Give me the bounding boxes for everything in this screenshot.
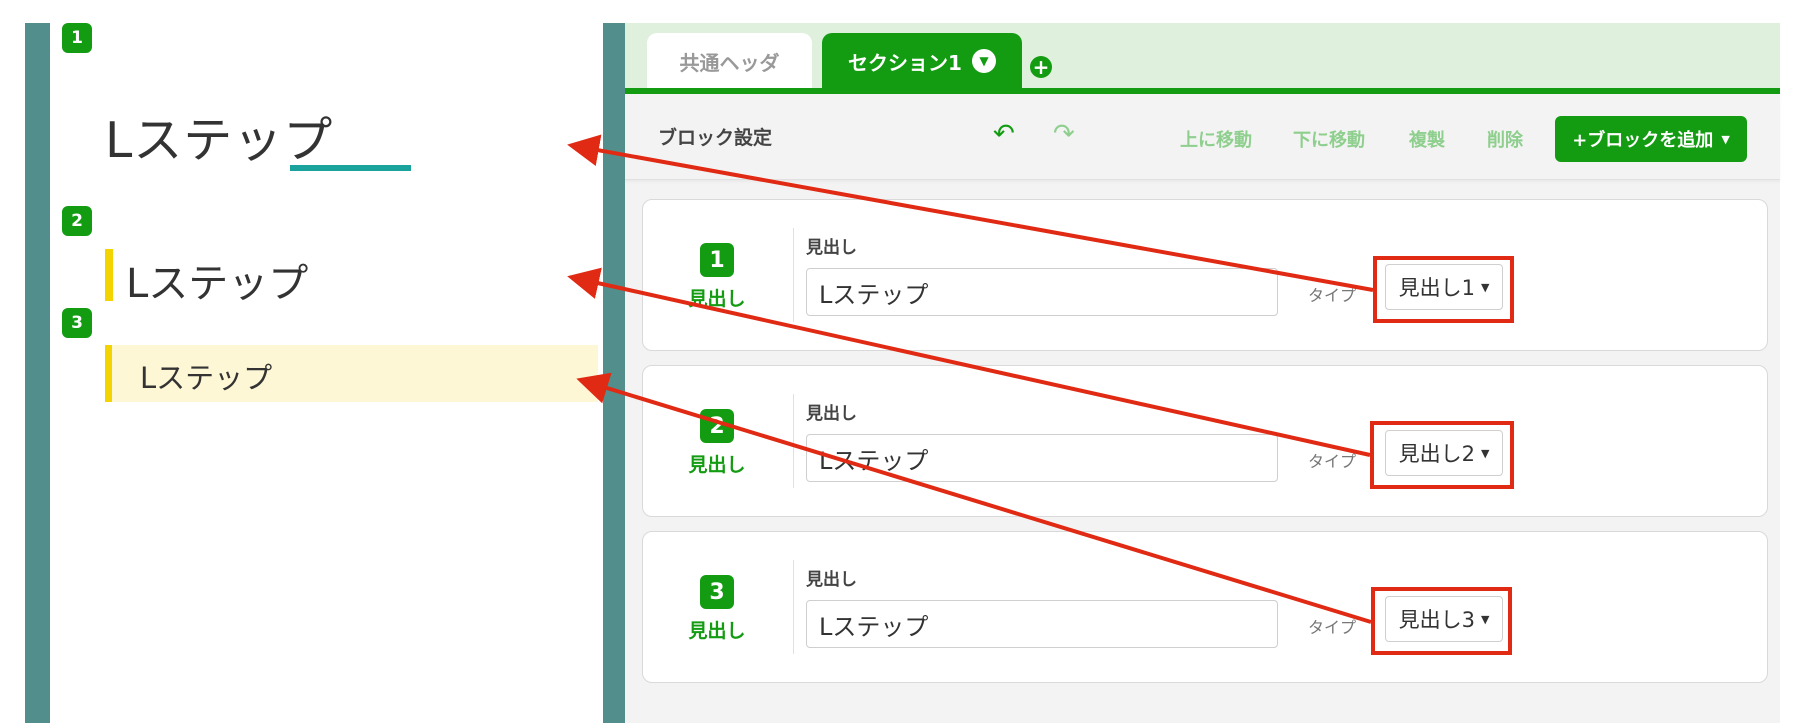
preview-heading-2: Lステップ [126, 261, 309, 307]
preview-badge-2: 2 [62, 206, 92, 236]
card-divider [793, 560, 794, 654]
preview-badge-1: 1 [62, 23, 92, 53]
block-number-badge: 2 [700, 409, 734, 443]
block-card-3[interactable]: 3 見出し 見出し Lステップ タイプ 見出し3 ▼ [642, 531, 1768, 683]
card-divider [793, 394, 794, 488]
move-up-button[interactable]: 上に移動 [1180, 126, 1252, 152]
tab-section-1[interactable]: セクション1 ▼ [822, 33, 1022, 89]
move-down-button[interactable]: 下に移動 [1293, 126, 1365, 152]
block-card-2[interactable]: 2 見出し 見出し Lステップ タイプ 見出し2 ▼ [642, 365, 1768, 517]
preview-heading-3: Lステップ [140, 361, 273, 395]
block-number-badge: 1 [700, 243, 734, 277]
type-label: タイプ [1308, 286, 1357, 305]
heading-text-input[interactable]: Lステップ [806, 268, 1278, 316]
heading-field-label: 見出し [806, 238, 857, 258]
tab-underline [625, 88, 1780, 94]
preview-heading-1: Lステップ [105, 112, 334, 169]
block-card-1[interactable]: 1 見出し 見出し Lステップ タイプ 見出し1 ▼ [642, 199, 1768, 351]
preview-heading-3-box: Lステップ [105, 345, 598, 402]
annotation-box-1 [1373, 256, 1514, 323]
heading-text-input[interactable]: Lステップ [806, 434, 1278, 482]
heading-1-underline [290, 165, 411, 171]
add-block-label: +ブロックを追加 [1572, 130, 1714, 151]
heading-field-label: 見出し [806, 570, 857, 590]
editor-pane: 共通ヘッダ セクション1 ▼ + ブロック設定 ↶ ↷ 上に移動 下に移動 複製… [625, 23, 1780, 723]
tab-bar: 共通ヘッダ セクション1 ▼ + [625, 23, 1780, 94]
block-number-badge: 3 [700, 575, 734, 609]
annotation-box-3 [1371, 587, 1512, 655]
type-label: タイプ [1308, 618, 1357, 637]
delete-button[interactable]: 削除 [1487, 126, 1523, 152]
tab-section-1-label: セクション1 [848, 50, 962, 75]
add-tab-icon[interactable]: + [1030, 56, 1052, 78]
block-type-label: 見出し [688, 620, 746, 642]
type-label: タイプ [1308, 452, 1357, 471]
preview-pane: 1 Lステップ 2 Lステップ 3 Lステップ [25, 23, 625, 723]
heading-field-label: 見出し [806, 404, 857, 424]
heading-2-accent-bar [105, 249, 113, 301]
redo-icon[interactable]: ↷ [1053, 119, 1075, 149]
block-type-label: 見出し [688, 454, 746, 476]
tab-common-header[interactable]: 共通ヘッダ [647, 33, 812, 89]
heading-text-input[interactable]: Lステップ [806, 600, 1278, 648]
annotation-box-2 [1370, 421, 1514, 489]
caret-down-icon: ▼ [1721, 132, 1730, 146]
duplicate-button[interactable]: 複製 [1409, 126, 1445, 152]
undo-icon[interactable]: ↶ [993, 119, 1015, 149]
add-block-button[interactable]: +ブロックを追加 ▼ [1555, 116, 1747, 162]
block-type-label: 見出し [688, 288, 746, 310]
chevron-down-icon[interactable]: ▼ [971, 49, 996, 73]
toolbar-title: ブロック設定 [658, 127, 773, 149]
block-toolbar: ブロック設定 ↶ ↷ 上に移動 下に移動 複製 削除 +ブロックを追加 ▼ [625, 95, 1780, 180]
preview-badge-3: 3 [62, 308, 92, 338]
card-divider [793, 228, 794, 322]
preview-canvas: 1 Lステップ 2 Lステップ 3 Lステップ [50, 23, 603, 723]
